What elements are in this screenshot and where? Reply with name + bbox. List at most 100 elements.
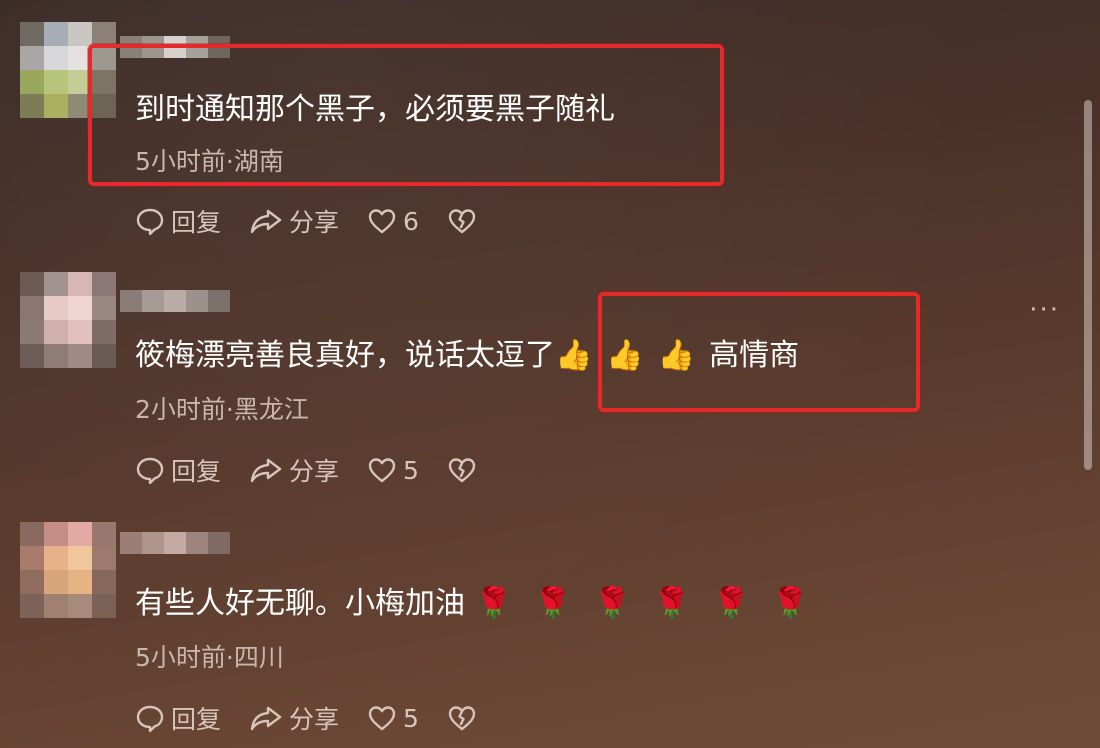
username[interactable] [120, 290, 230, 312]
scrollbar[interactable] [1084, 100, 1092, 470]
emoji-icon: 👍 [555, 338, 593, 373]
emoji-icon: 🌹 [653, 586, 691, 621]
avatar-pixel [44, 344, 68, 368]
share-label: 分享 [289, 705, 340, 734]
avatar-pixel [92, 320, 116, 344]
comment-actions: 回复 分享 6 [135, 203, 511, 239]
more-options-button[interactable]: ··· [1029, 297, 1060, 323]
avatar-pixel [20, 94, 44, 118]
reply-label: 回复 [171, 705, 222, 734]
avatar-pixel [20, 344, 44, 368]
reply-icon [136, 208, 164, 236]
emoji-icon: 🌹 [712, 586, 750, 621]
avatar[interactable] [20, 272, 116, 368]
username-pixel [164, 532, 186, 554]
avatar-pixel [68, 272, 92, 296]
emoji-icon: 👍 [606, 338, 644, 373]
broken-heart-icon [448, 458, 476, 483]
username-pixel [142, 36, 164, 58]
avatar-pixel [44, 94, 68, 118]
comment-text: 筱梅漂亮善良真好，说话太逗了👍 👍 👍 高情商 [135, 336, 799, 376]
emoji-group: 👍 👍 👍 [555, 338, 709, 373]
dislike-button[interactable] [447, 207, 483, 235]
avatar-pixel [92, 22, 116, 46]
comment-text-suffix: 高情商 [709, 338, 800, 373]
share-icon [250, 458, 282, 483]
username[interactable] [120, 36, 230, 58]
avatar-pixel [20, 22, 44, 46]
avatar-pixel [44, 272, 68, 296]
username-pixel [120, 36, 142, 58]
avatar-pixel [68, 70, 92, 94]
avatar-pixel [68, 22, 92, 46]
avatar-pixel [20, 70, 44, 94]
avatar-pixel [20, 272, 44, 296]
avatar-pixel [68, 546, 92, 570]
avatar-pixel [92, 546, 116, 570]
avatar[interactable] [20, 22, 116, 118]
avatar-pixel [68, 522, 92, 546]
username-pixel [186, 36, 208, 58]
comment-meta: 5小时前·湖南 [135, 147, 284, 176]
avatar-pixel [44, 70, 68, 94]
broken-heart-icon [448, 209, 476, 234]
avatar-pixel [92, 70, 116, 94]
like-count: 6 [403, 206, 419, 236]
avatar-pixel [44, 546, 68, 570]
username-pixel [186, 290, 208, 312]
avatar-pixel [92, 272, 116, 296]
avatar-pixel [44, 570, 68, 594]
like-button[interactable]: 6 [367, 207, 419, 236]
avatar-pixel [20, 594, 44, 618]
avatar-pixel [44, 296, 68, 320]
emoji-icon: 🌹 [534, 586, 572, 621]
reply-button[interactable]: 回复 [135, 700, 221, 736]
avatar-pixel [20, 320, 44, 344]
reply-label: 回复 [171, 457, 222, 486]
avatar-pixel [92, 344, 116, 368]
avatar-pixel [92, 522, 116, 546]
comment-text-content: 筱梅漂亮善良真好，说话太逗了 [135, 338, 555, 373]
like-button[interactable]: 5 [367, 456, 419, 485]
comment-meta: 2小时前·黑龙江 [135, 395, 309, 424]
like-count: 5 [403, 703, 419, 733]
reply-button[interactable]: 回复 [135, 203, 221, 239]
comment-meta: 5小时前·四川 [135, 643, 284, 672]
avatar-pixel [20, 46, 44, 70]
share-button[interactable]: 分享 [249, 452, 339, 488]
avatar-pixel [44, 320, 68, 344]
reply-button[interactable]: 回复 [135, 452, 221, 488]
like-count: 5 [403, 455, 419, 485]
username-pixel [164, 290, 186, 312]
avatar-pixel [20, 522, 44, 546]
avatar-pixel [92, 570, 116, 594]
avatar-pixel [92, 46, 116, 70]
avatar-pixel [44, 46, 68, 70]
comment-text: 到时通知那个黑子，必须要黑子随礼 [135, 90, 615, 130]
username[interactable] [120, 532, 230, 554]
avatar-pixel [44, 522, 68, 546]
avatar-pixel [92, 94, 116, 118]
username-pixel [120, 290, 142, 312]
avatar-pixel [20, 570, 44, 594]
heart-icon [368, 706, 396, 731]
dislike-button[interactable] [447, 456, 483, 484]
emoji-icon: 🌹 [593, 586, 632, 621]
comment-actions: 回复 分享 5 [135, 452, 511, 488]
comment-text: 有些人好无聊。小梅加油 🌹 🌹 🌹 🌹 🌹 🌹 [135, 584, 831, 624]
avatar-pixel [44, 594, 68, 618]
username-pixel [164, 36, 186, 58]
avatar[interactable] [20, 522, 116, 618]
reply-label: 回复 [171, 208, 222, 237]
like-button[interactable]: 5 [367, 704, 419, 733]
username-pixel [208, 36, 230, 58]
username-pixel [142, 532, 164, 554]
avatar-pixel [44, 22, 68, 46]
dislike-button[interactable] [447, 704, 483, 732]
avatar-pixel [68, 296, 92, 320]
share-button[interactable]: 分享 [249, 700, 339, 736]
avatar-pixel [92, 296, 116, 320]
share-button[interactable]: 分享 [249, 203, 339, 239]
avatar-pixel [92, 594, 116, 618]
share-icon [250, 209, 282, 234]
